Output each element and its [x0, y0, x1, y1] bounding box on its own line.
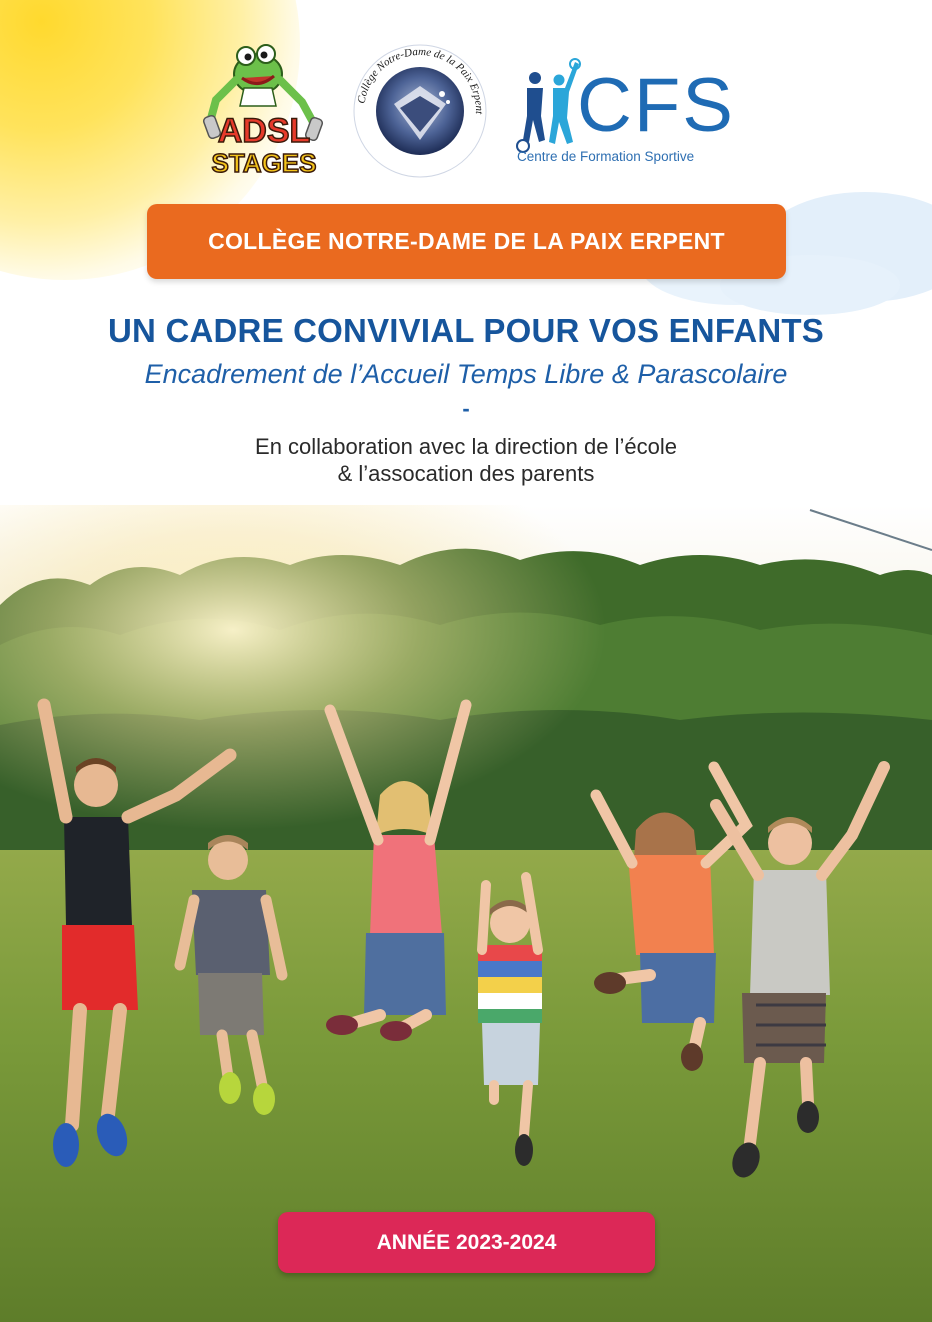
- collaboration-line-1: En collaboration avec la direction de l’…: [255, 434, 677, 459]
- adsl-stages-logo: ADSL STAGES: [198, 30, 330, 180]
- stages-text: STAGES: [212, 148, 317, 178]
- collaboration-line-2: & l’assocation des parents: [337, 461, 595, 486]
- cfs-subtitle: Centre de Formation Sportive: [517, 149, 695, 164]
- athletes-icon: [516, 58, 581, 153]
- college-seal-logo: Collège Notre-Dame de la Paix Erpent: [350, 42, 490, 180]
- children-jumping-photo: [0, 505, 932, 1322]
- page-title: UN CADRE CONVIVIAL POUR VOS ENFANTS: [108, 312, 824, 349]
- cfs-letters: CFS: [577, 63, 735, 148]
- flyer-page: ADSL STAGES Collège Notre-Dame de la Pai…: [0, 0, 932, 1322]
- separator-dash: -: [462, 396, 470, 421]
- cfs-logo: CFS Centre de Formation Sportive: [513, 58, 743, 170]
- page-subtitle: Encadrement de l’Accueil Temps Libre & P…: [144, 359, 788, 389]
- college-banner: COLLÈGE NOTRE-DAME DE LA PAIX ERPENT: [147, 204, 786, 279]
- collaboration-text: En collaboration avec la direction de l’…: [0, 433, 932, 487]
- year-banner: ANNÉE 2023-2024: [278, 1212, 655, 1273]
- adsl-text: ADSL: [218, 112, 311, 150]
